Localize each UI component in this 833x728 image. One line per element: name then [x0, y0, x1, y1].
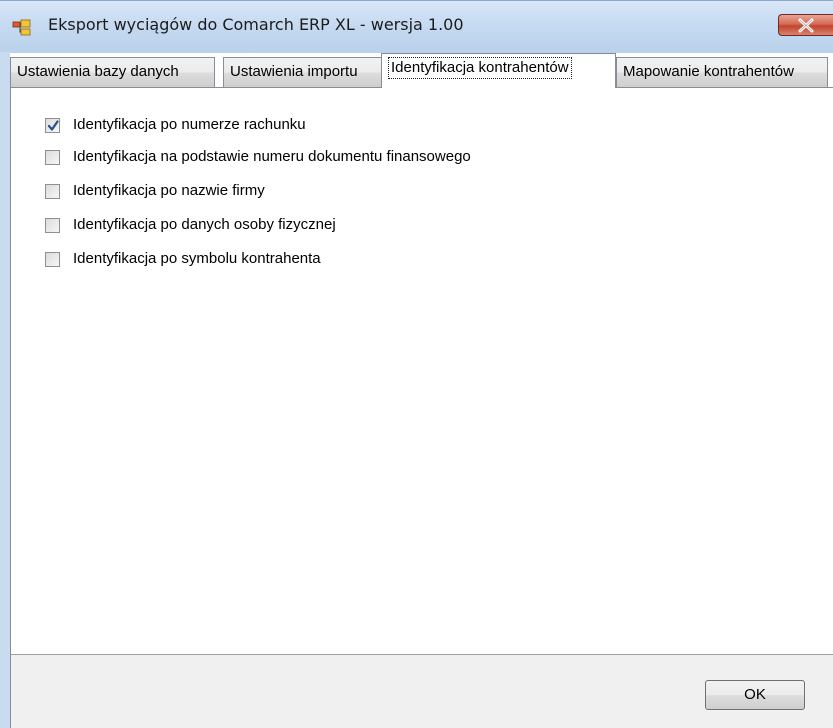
option-label: Identyfikacja po danych osoby fizycznej [73, 216, 336, 233]
ok-button[interactable]: OK [705, 680, 805, 710]
checkbox[interactable] [45, 218, 60, 233]
window-title: Eksport wyciągów do Comarch ERP XL - wer… [48, 15, 464, 34]
tab-page-identyfikacja: Identyfikacja po numerze rachunku Identy… [10, 88, 833, 654]
title-bar[interactable]: Eksport wyciągów do Comarch ERP XL - wer… [0, 0, 833, 53]
tab-label: Identyfikacja kontrahentów [388, 57, 572, 79]
check-icon [47, 120, 59, 131]
checkbox[interactable] [45, 150, 60, 165]
option-label: Identyfikacja po numerze rachunku [73, 116, 306, 133]
option-label: Identyfikacja na podstawie numeru dokume… [73, 148, 471, 165]
tab-identyfikacja-kontrahentow[interactable]: Identyfikacja kontrahentów [381, 53, 616, 88]
tab-label: Mapowanie kontrahentów [623, 63, 794, 80]
close-button[interactable] [778, 14, 833, 36]
checkbox[interactable] [45, 252, 60, 267]
app-icon [12, 18, 32, 38]
close-icon [798, 18, 814, 33]
tab-ustawienia-bazy-danych[interactable]: Ustawienia bazy danych [10, 57, 215, 87]
option-label: Identyfikacja po nazwie firmy [73, 182, 265, 199]
option-label: Identyfikacja po symbolu kontrahenta [73, 250, 321, 267]
tab-label: Ustawienia bazy danych [17, 63, 179, 80]
tab-mapowanie-kontrahentow[interactable]: Mapowanie kontrahentów [616, 57, 828, 87]
dialog-window: Eksport wyciągów do Comarch ERP XL - wer… [0, 0, 833, 728]
tab-ustawienia-importu[interactable]: Ustawienia importu [223, 57, 382, 87]
checkbox[interactable] [45, 184, 60, 199]
checkbox[interactable] [45, 118, 60, 133]
tab-label: Ustawienia importu [230, 63, 358, 80]
window-frame-left [0, 52, 10, 728]
